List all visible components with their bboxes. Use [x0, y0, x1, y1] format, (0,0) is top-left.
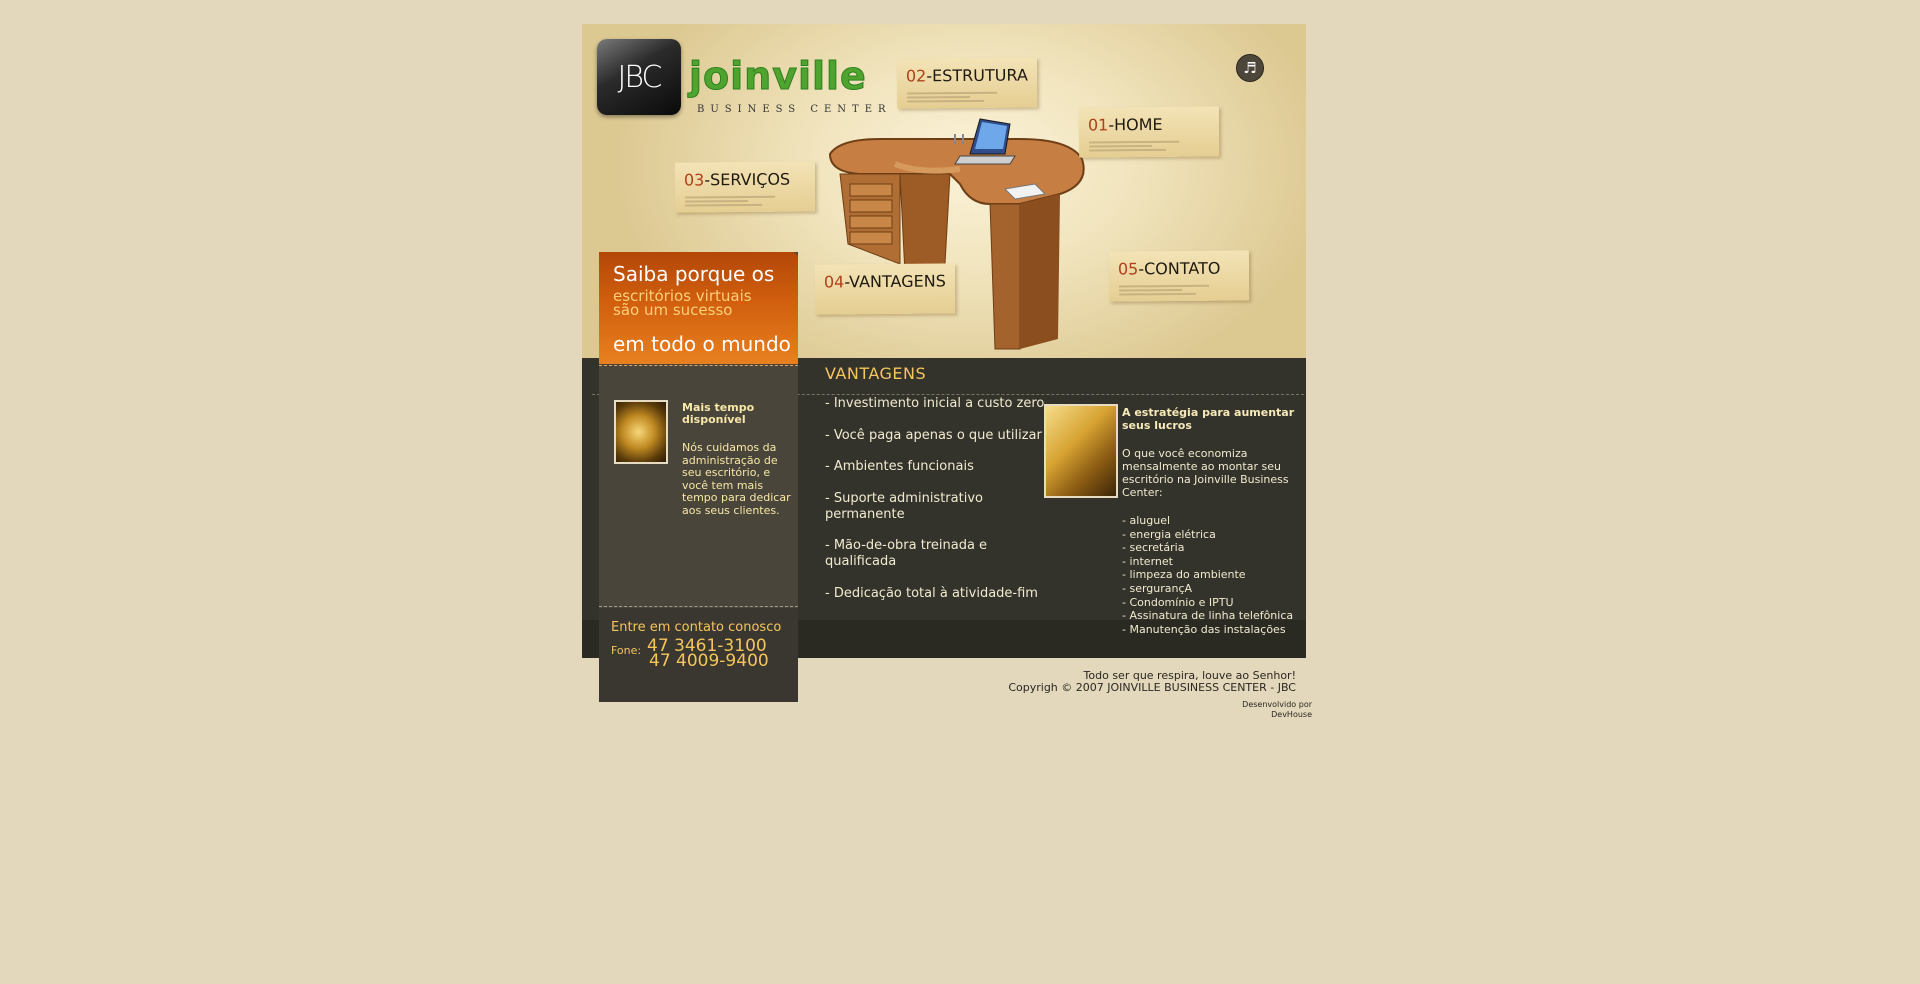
promo-divider [599, 365, 798, 366]
footer-copyright: Copyrigh © 2007 JOINVILLE BUSINESS CENTE… [1008, 681, 1296, 694]
list-item: - Ambientes funcionais [825, 459, 974, 474]
list-item: - Mão-de-obra treinada e qualificada [825, 538, 988, 569]
nav-home-label: 01-HOME [1087, 114, 1163, 135]
contact-divider [599, 606, 798, 607]
strategy-intro: O que você economiza mensalmente ao mont… [1122, 447, 1289, 499]
nav-servicos[interactable]: 03-SERVIÇOS [674, 161, 816, 213]
list-item: - Investimento inicial a custo zero [825, 396, 1045, 411]
pocket-watch-image [614, 400, 668, 464]
feature-text: Nós cuidamos da administração de seu esc… [682, 441, 791, 517]
contact-phone-2: 47 4009-9400 [649, 651, 769, 671]
logo-name: joinville [689, 54, 867, 99]
promo-line-1: Saiba porque os [613, 262, 775, 286]
left-column: Saiba porque os escritórios virtuais são… [599, 252, 798, 702]
nav-contato-label: 05-CONTATO [1117, 258, 1221, 279]
list-item: - Você paga apenas o que utilizar [825, 427, 1042, 443]
nav-estrutura-label: 02-ESTRUTURA [905, 65, 1028, 86]
nav-vantagens[interactable]: 04-VANTAGENS [814, 263, 956, 315]
developer-credit-line-1: Desenvolvido por [1242, 700, 1312, 709]
vantagens-title: VANTAGENS [825, 364, 927, 383]
developer-credit[interactable]: Desenvolvido por DevHouse [1242, 700, 1312, 720]
nav-estrutura[interactable]: 02-ESTRUTURA [896, 57, 1038, 109]
nav-vantagens-label: 04-VANTAGENS [823, 271, 946, 292]
desk-illustration [828, 118, 1085, 350]
list-item: - secretária [1122, 541, 1185, 555]
music-toggle-button[interactable]: ♬ [1236, 54, 1264, 82]
contact-box: Entre em contato conosco Fone: 47 3461-3… [599, 608, 798, 702]
nav-contato[interactable]: 05-CONTATO [1108, 250, 1250, 302]
jbc-logo[interactable]: JBC [597, 39, 681, 115]
strategy-title: A estratégia para aumentar seus lucros [1122, 406, 1295, 432]
list-item: - Manutenção das instalações [1122, 622, 1286, 636]
nav-note-lines [1089, 139, 1180, 154]
chess-image [1044, 404, 1118, 498]
nav-note-lines [907, 90, 998, 105]
nav-note-lines [685, 194, 776, 209]
nav-home[interactable]: 01-HOME [1078, 106, 1220, 158]
list-item: - Condomínio e IPTU [1122, 595, 1234, 609]
savings-list: - aluguel - energia elétrica - secretári… [1122, 514, 1302, 636]
feature-title: Mais tempo disponível [682, 401, 755, 426]
list-item: - aluguel [1122, 514, 1171, 527]
list-item: - Suporte administrativo permanente [825, 490, 983, 522]
logo-mark: JBC [617, 59, 663, 95]
nav-servicos-label: 03-SERVIÇOS [683, 169, 791, 190]
developer-credit-line-2: DevHouse [1271, 710, 1312, 719]
music-note-icon: ♬ [1243, 59, 1257, 77]
promo-line-2: escritórios virtuais são um sucesso [613, 289, 752, 319]
nav-note-lines [1119, 283, 1210, 298]
site-container: JBC joinville BUSINESS CENTER 02-ESTRUTU… [582, 24, 1312, 724]
list-item: - energia elétrica [1122, 527, 1216, 541]
promo-line-3: em todo o mundo [613, 332, 791, 356]
list-item: - Assinatura de linha telefônica [1122, 609, 1294, 623]
list-item: - internet [1122, 554, 1173, 568]
contact-title: Entre em contato conosco [611, 620, 782, 635]
promo-line-2b: são um sucesso [613, 301, 733, 319]
contact-fone-label: Fone: [611, 644, 642, 657]
promo-banner[interactable]: Saiba porque os escritórios virtuais são… [599, 252, 798, 364]
list-item: - limpeza do ambiente [1122, 568, 1246, 582]
list-item: - Dedicação total à atividade-fim [825, 585, 1038, 601]
list-item: - sergurançA [1122, 581, 1193, 595]
vantagens-list: - Investimento inicial a custo zero - Vo… [825, 396, 1055, 617]
